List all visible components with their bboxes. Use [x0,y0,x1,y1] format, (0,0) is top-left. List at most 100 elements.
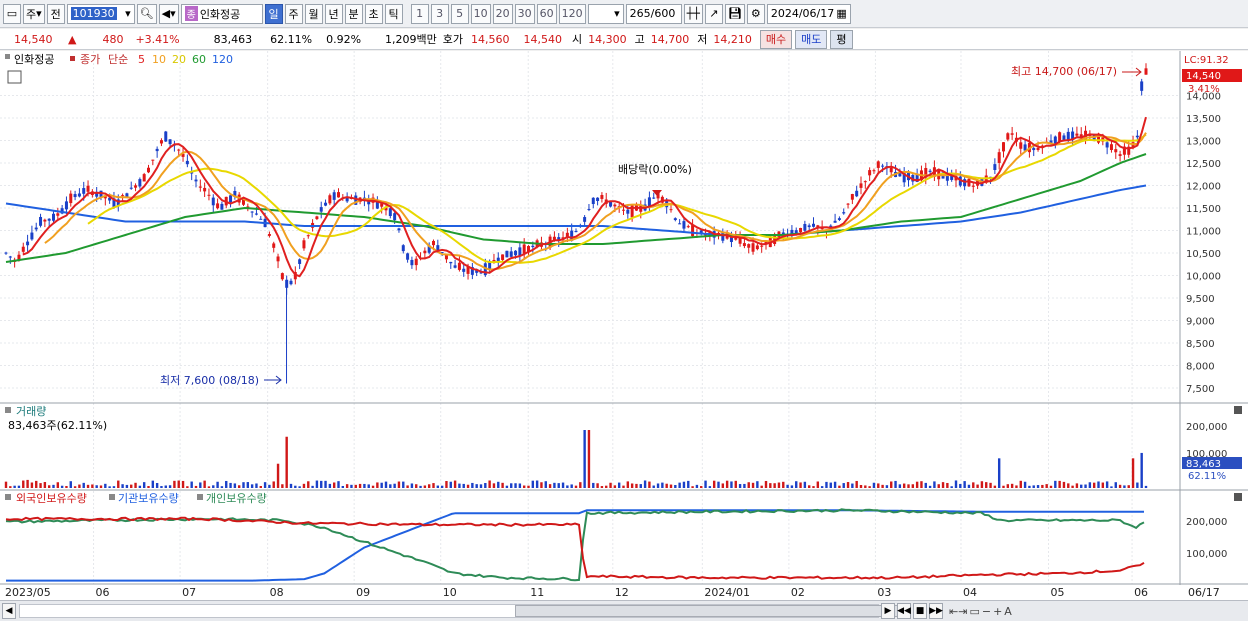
volume-bar [440,485,444,488]
scroll-right-button[interactable]: ▶ [881,603,895,619]
volume-bar [764,480,768,488]
candle-body [812,223,815,227]
interval-3[interactable]: 3 [430,3,449,24]
interval-120[interactable]: 120 [558,3,586,24]
stock-name-field[interactable]: 종 인화정공 [180,3,263,24]
scroll-bar[interactable]: ◀ ▶ ◀◀ ■ ▶▶ ⇤⇥ ▭ − + A [0,600,1248,621]
speaker-icon[interactable]: ◀▾ [158,3,179,24]
rewind-button[interactable]: ◀◀ [897,603,911,619]
volume-bar [220,486,224,488]
candle-body [142,174,146,182]
calendar-icon[interactable]: ▦ [836,7,846,20]
interval-30[interactable]: 30 [514,3,535,24]
volume-bar [406,485,409,488]
volume-bar [1084,484,1087,488]
interval-10[interactable]: 10 [470,3,491,24]
volume-bar [708,486,712,488]
volume-bar [1097,481,1100,488]
period-yearly[interactable]: 년 [324,3,343,24]
volume-bar [488,480,491,488]
volume-bar [60,485,64,488]
date-tick: 04 [963,586,977,599]
volume-bar [462,483,465,488]
volume-bar [583,430,586,488]
volume-bar [216,481,219,488]
volume-panel-close-icon[interactable] [1234,406,1242,414]
volume-bar [622,485,625,488]
volume-bar [492,483,496,488]
drag-icon[interactable]: ⇤⇥ [949,605,967,618]
volume-bar [574,485,578,488]
volume-bar [674,485,677,488]
volume-bar [1015,485,1018,488]
zoom-area-icon[interactable]: ▭ [969,605,979,618]
text-size-icon[interactable]: A [1004,605,1012,618]
interval-5[interactable]: 5 [450,3,469,24]
zoom-in-icon[interactable]: + [993,605,1002,618]
volume-bar [432,483,435,488]
candle-body [151,159,155,161]
price-chart[interactable]: 인화정공 종가 단순 5 10 20 60 120 14,00013,50013… [0,51,1248,600]
period-tick[interactable]: 틱 [384,3,403,24]
candle-body [691,225,695,237]
price-tick: 11,500 [1186,204,1221,215]
volume-bar [285,436,288,488]
count-field[interactable]: 265/600 [625,3,682,24]
volume-bar [389,484,392,488]
volume-bar [69,481,72,488]
candle-body [591,197,595,205]
volume-bar [1075,483,1079,488]
scroll-thumb[interactable] [515,605,900,617]
interval-20[interactable]: 20 [492,3,513,24]
period-minute[interactable]: 분 [344,3,363,24]
price-tick: 13,000 [1186,137,1221,148]
indicator-icon[interactable]: ↗ [704,3,723,24]
period-monthly[interactable]: 월 [304,3,323,24]
gear-icon[interactable]: ⚙ [746,3,765,24]
volume-bar [937,484,940,488]
candle-body [505,250,509,258]
period-second[interactable]: 초 [364,3,383,24]
custom-interval-select[interactable]: ▾ [587,3,624,24]
buy-button[interactable]: 매수 [759,29,793,49]
eval-button[interactable]: 평 [830,29,853,49]
volume-bar [1092,482,1096,488]
layout-icon[interactable]: ▭ [3,3,21,24]
save-icon[interactable]: 💾︎ [724,3,745,24]
volume-bar [86,484,90,488]
candle-body [432,240,435,246]
candle-type-icon[interactable]: ┼┼ [683,3,703,24]
volume-bar [1123,485,1126,488]
candle-body [410,259,414,266]
candle-body [751,243,755,252]
scroll-left-button[interactable]: ◀ [2,603,16,619]
forward-button[interactable]: ▶▶ [929,603,943,619]
interval-1[interactable]: 1 [410,3,429,24]
volume-bar [1028,485,1031,488]
market-type-select[interactable]: 전 [46,3,65,24]
market-select[interactable]: 주 ▾ [23,3,45,24]
volume-bar [997,458,1001,488]
period-daily[interactable]: 일 [264,3,283,24]
volume-bar [164,485,167,488]
volume-bar [730,481,733,488]
date-input[interactable]: 2024/06/17 ▦ [766,3,851,24]
candle-body [280,273,284,280]
zoom-out-icon[interactable]: − [982,605,991,618]
volume-bar [52,484,55,488]
candle-body [1140,81,1144,91]
volume-bar [332,482,336,488]
volume-bar [868,486,871,488]
interval-60[interactable]: 60 [536,3,557,24]
holder-panel-close-icon[interactable] [1234,493,1242,501]
volume-bar [894,480,897,488]
stop-button[interactable]: ■ [913,603,927,619]
code-input[interactable]: 101930 ▾ [66,3,135,24]
period-weekly[interactable]: 주 [284,3,303,24]
search-icon[interactable]: 🔍︎ [136,3,157,24]
scroll-track[interactable] [19,604,900,618]
table-icon[interactable] [7,70,22,84]
sell-button[interactable]: 매도 [795,29,828,49]
volume-bar [989,482,992,488]
volume-bar [91,484,94,488]
